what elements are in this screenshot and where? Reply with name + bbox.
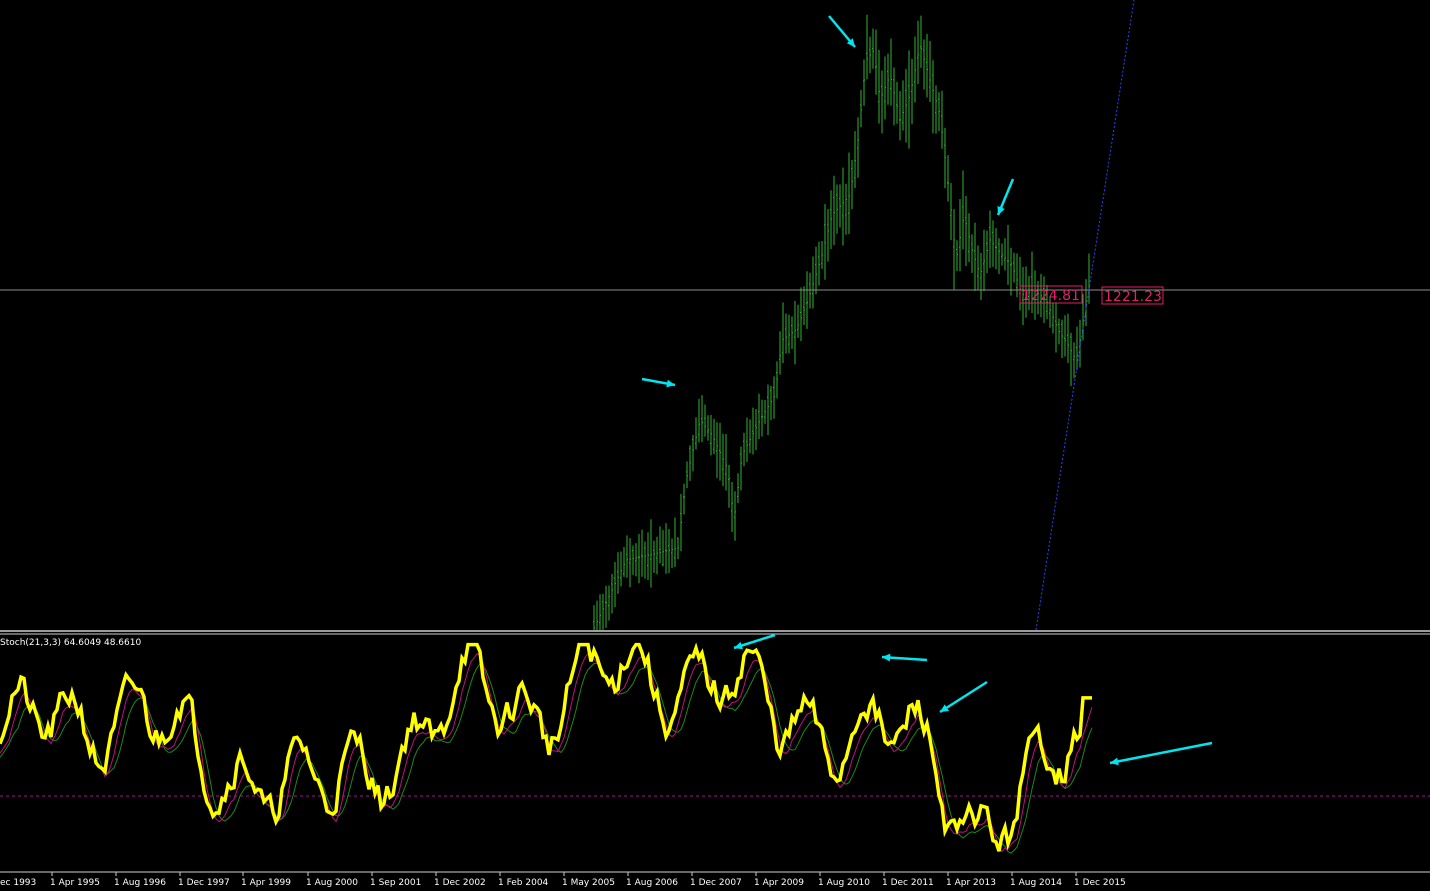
x-tick-label: 1 Dec 2007 [690,878,742,888]
x-tick-label: 1 May 2005 [562,878,615,888]
x-tick-label: 1 Dec 1997 [178,878,230,888]
price-chart[interactable]: 1224.81 1221.23 Stoch(21,3,3) 64.6049 48… [0,0,1430,891]
x-tick-label: 1 Aug 2000 [306,878,358,888]
x-tick-label: 1 Aug 2010 [818,878,870,888]
x-tick-label: 1 Apr 2009 [754,878,804,888]
price-label-left: 1224.81 [1019,285,1083,304]
x-tick-label: 1 Sep 2001 [370,878,421,888]
price-label-right: 1221.23 [1101,286,1164,305]
chart-background [0,0,1430,891]
x-tick-label: 1 Dec 2011 [882,878,934,888]
x-tick-label: 1 Apr 1999 [241,878,291,888]
x-tick-label: 1 Aug 1996 [114,878,166,888]
x-tick-label: 1 Feb 2004 [498,878,549,888]
x-tick-label: ec 1993 [0,878,36,888]
price-label-right-text: 1221.23 [1104,289,1162,305]
x-tick-label: 1 Apr 2013 [946,878,996,888]
x-tick-label: 1 Aug 2006 [626,878,678,888]
indicator-label: Stoch(21,3,3) 64.6049 48.6610 [0,638,141,648]
x-tick-label: 1 Dec 2002 [434,878,486,888]
x-tick-label: 1 Aug 2014 [1010,878,1062,888]
x-tick-label: 1 Apr 1995 [50,878,100,888]
price-label-left-text: 1224.81 [1022,288,1080,304]
x-tick-label: 1 Dec 2015 [1074,878,1126,888]
